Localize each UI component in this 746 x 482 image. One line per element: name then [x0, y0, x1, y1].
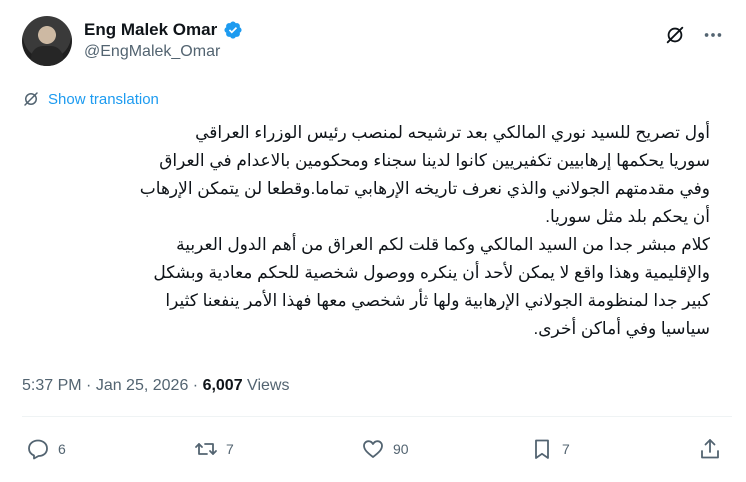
author-display-name[interactable]: Eng Malek Omar	[84, 20, 217, 40]
more-icon[interactable]	[702, 24, 724, 46]
like-count: 90	[393, 441, 409, 457]
divider	[22, 416, 732, 417]
avatar[interactable]	[22, 16, 72, 66]
author-block: Eng Malek Omar @EngMalek_Omar	[84, 20, 243, 61]
tweet-line: أن يحكم بلد مثل سوريا.	[545, 207, 710, 226]
like-icon	[363, 440, 383, 458]
meta-separator: ·	[188, 377, 203, 394]
verified-badge-icon	[224, 21, 242, 39]
show-translation-link[interactable]: Show translation	[22, 90, 159, 108]
tweet-line: كلام مبشر جدا من السيد المالكي وكما قلت …	[176, 235, 710, 254]
bookmark-button[interactable]: 7	[530, 437, 570, 461]
reply-count: 6	[58, 441, 66, 457]
author-handle[interactable]: @EngMalek_Omar	[84, 43, 243, 61]
share-button[interactable]	[698, 437, 722, 461]
tweet-time[interactable]: 5:37 PM	[22, 377, 82, 394]
tweet-line: كبير جدا لمنظومة الجولاني الإرهابية ولها…	[165, 291, 710, 310]
bookmark-icon	[535, 439, 549, 459]
tweet-date[interactable]: Jan 25, 2026	[96, 377, 189, 394]
tweet-header: Eng Malek Omar @EngMalek_Omar	[22, 16, 732, 68]
tweet-text: أول تصريح للسيد نوري المالكي بعد ترشيحه …	[22, 119, 710, 343]
show-translation-label[interactable]: Show translation	[48, 91, 159, 108]
repost-count: 7	[226, 441, 234, 457]
tweet-line: وفي مقدمتهم الجولاني والذي نعرف تاريخه ا…	[139, 179, 710, 198]
tweet-line: أول تصريح للسيد نوري المالكي بعد ترشيحه …	[195, 123, 710, 142]
repost-icon	[195, 443, 217, 455]
tweet-line: سوريا يحكمها إرهابيين تكفيريين كانوا لدي…	[159, 151, 710, 170]
like-button[interactable]: 90	[361, 437, 409, 461]
tweet-line: سياسيا وفي أماكن أخرى.	[533, 319, 710, 338]
views-count: 6,007	[202, 377, 243, 394]
meta-separator: ·	[81, 377, 96, 394]
translate-icon	[24, 92, 38, 106]
share-icon	[701, 439, 719, 459]
grok-icon[interactable]	[664, 24, 686, 46]
tweet-meta: 5:37 PM · Jan 25, 2026 · 6,007 Views	[22, 377, 289, 395]
reply-icon	[28, 439, 48, 460]
bookmark-count: 7	[562, 441, 570, 457]
action-bar: 6 7 90 7	[22, 437, 732, 469]
repost-button[interactable]: 7	[194, 437, 234, 461]
tweet-line: والإقليمية وهذا واقع لا يمكن لأحد أن ينك…	[153, 263, 710, 282]
reply-button[interactable]: 6	[26, 437, 66, 461]
views-label: Views	[242, 377, 290, 394]
